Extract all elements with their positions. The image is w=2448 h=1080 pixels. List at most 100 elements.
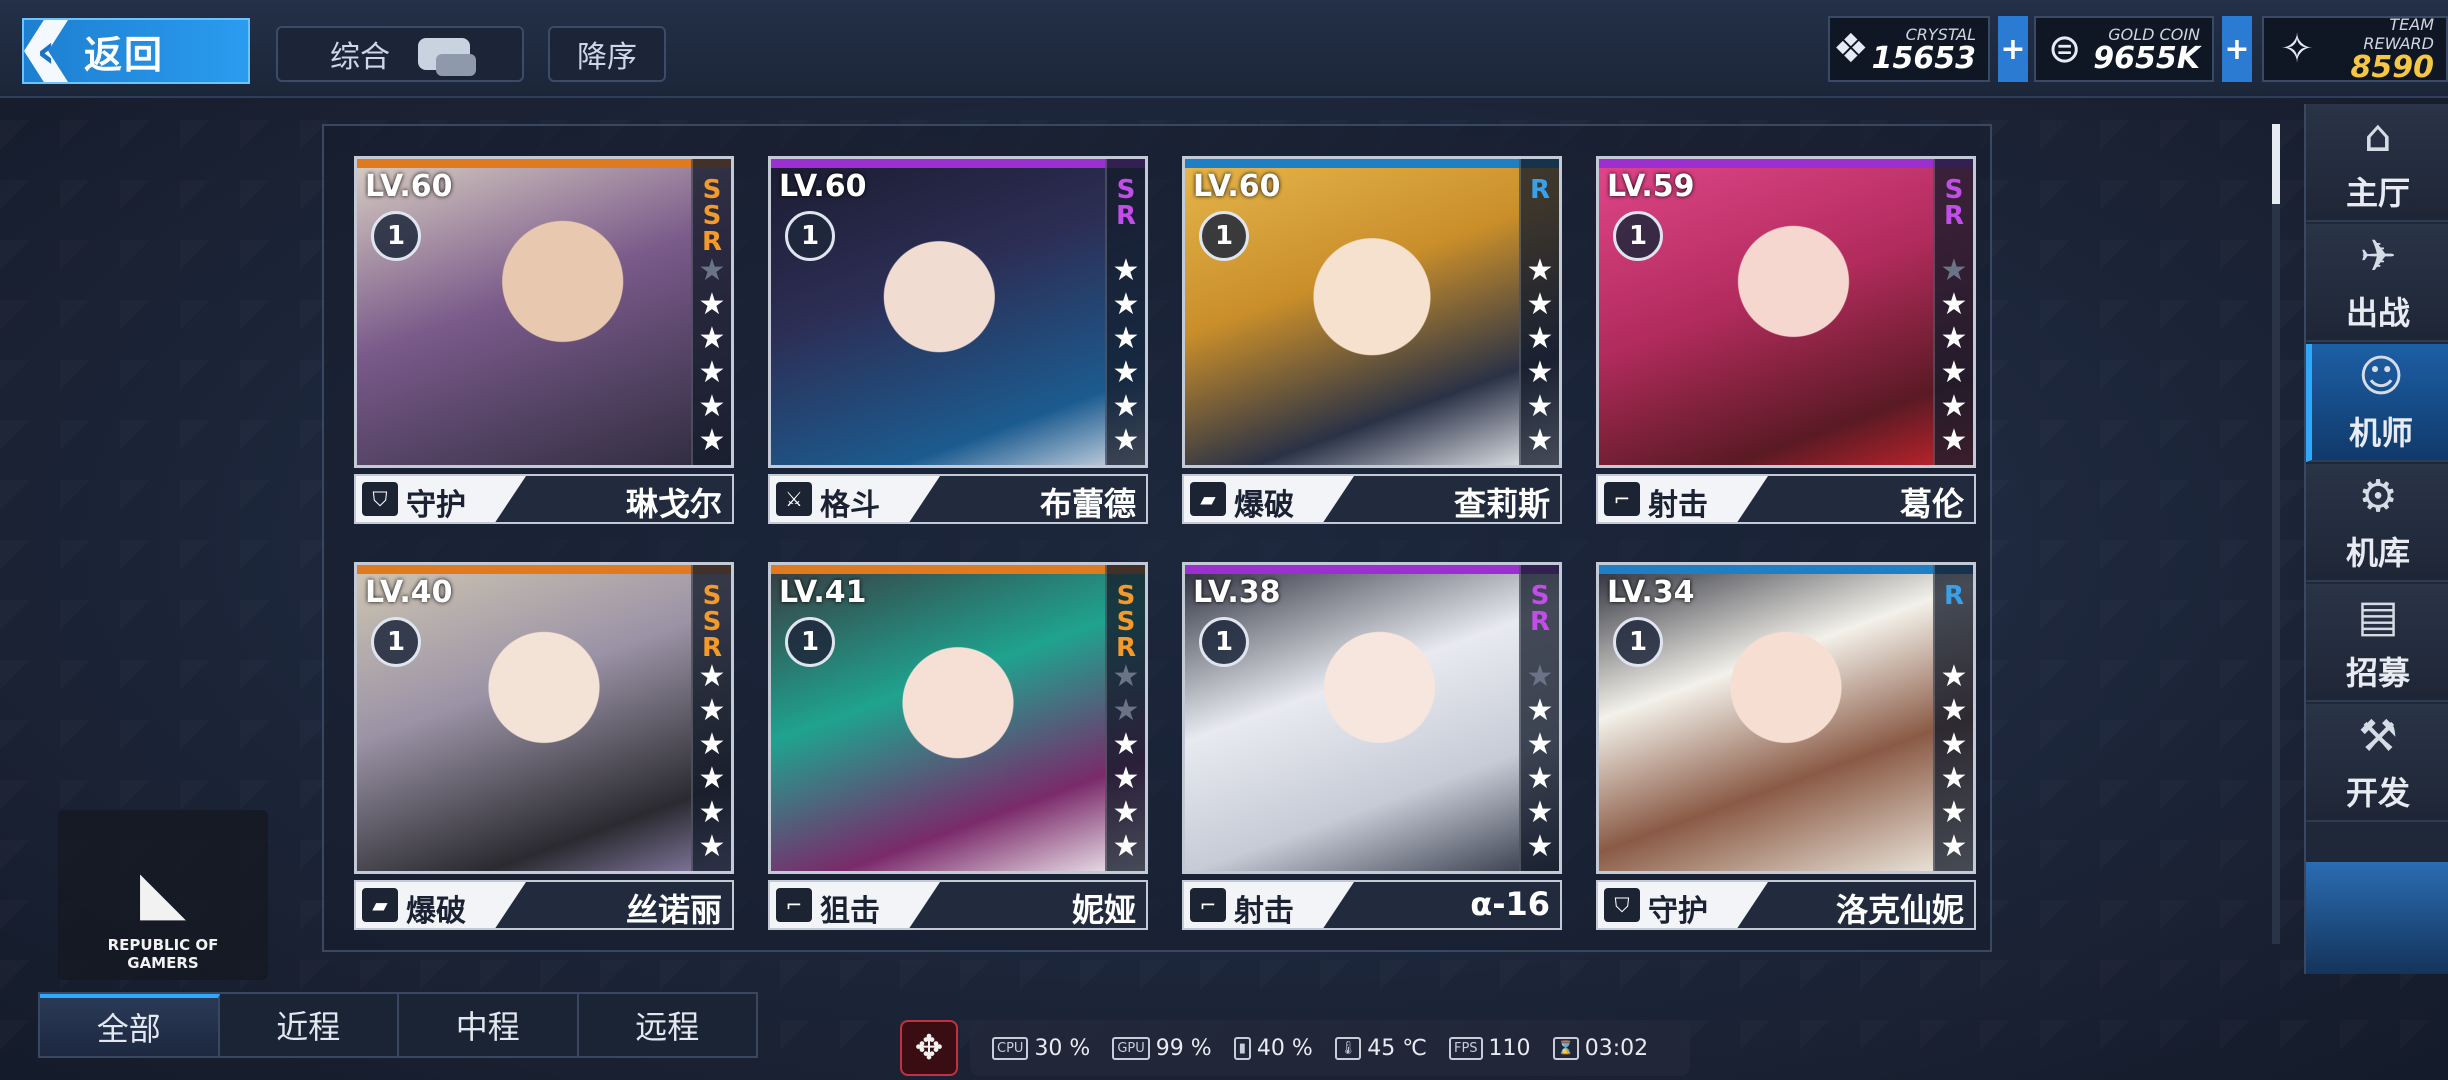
rank-badge: 1 xyxy=(371,211,421,261)
tab-all[interactable]: 全部 xyxy=(40,994,220,1056)
nav-label: 开发 xyxy=(2345,774,2410,812)
nav-item-lobby[interactable]: ⌂ 主厅 xyxy=(2306,104,2448,222)
star-icon: ★ xyxy=(698,727,726,762)
star-icon: ★ xyxy=(1940,355,1968,390)
nav-label: 招募 xyxy=(2345,654,2410,692)
pilot-name: 葛伦 xyxy=(1899,485,1964,523)
star-icon: ★ xyxy=(1112,829,1140,864)
star-icon: ★ xyxy=(1940,253,1968,288)
pilot-card[interactable]: LV.59 1 SR ★ ★ ★ ★ ★ ★ ⌐ 射击 葛伦 xyxy=(1596,156,1976,524)
star-icon: ★ xyxy=(1112,795,1140,830)
pilot-card[interactable]: LV.38 1 SR ★ ★ ★ ★ ★ ★ ⌐ 射击 α-16 xyxy=(1182,562,1562,930)
nav-label: 出战 xyxy=(2345,294,2410,332)
star-icon: ★ xyxy=(698,795,726,830)
pilot-portrait xyxy=(357,565,731,871)
pilot-level: LV.38 xyxy=(1193,575,1281,610)
rarity-label: R xyxy=(1525,175,1555,201)
nav-item-sortie[interactable]: ✈ 出战 xyxy=(2306,224,2448,342)
move-handle-icon[interactable]: ✥ xyxy=(900,1020,958,1076)
tab-mid-range[interactable]: 中程 xyxy=(399,994,579,1056)
star-icon: ★ xyxy=(1526,829,1554,864)
role-label: 格斗 xyxy=(820,488,880,523)
add-crystal-button[interactable]: + xyxy=(1998,16,2028,82)
star-rating: ★ ★ ★ ★ ★ ★ xyxy=(699,255,726,457)
rog-text-line2: GAMERS xyxy=(127,954,199,972)
star-icon: ★ xyxy=(698,423,726,458)
fps-value: 110 xyxy=(1488,1035,1531,1061)
rank-badge: 1 xyxy=(785,617,835,667)
hangar-icon: ⚙ xyxy=(2358,471,2398,522)
scrollbar[interactable] xyxy=(2272,124,2280,944)
star-icon: ★ xyxy=(1526,727,1554,762)
star-icon: ★ xyxy=(1940,693,1968,728)
star-rating: ★ ★ ★ ★ ★ ★ xyxy=(1527,255,1554,457)
pilot-level: LV.60 xyxy=(779,169,867,204)
star-icon: ★ xyxy=(1526,693,1554,728)
rarity-stripe xyxy=(357,565,731,574)
star-icon: ★ xyxy=(1526,321,1554,356)
nav-item-pilot[interactable]: ☺ 机师 xyxy=(2306,344,2448,462)
star-icon: ★ xyxy=(698,253,726,288)
star-icon: ★ xyxy=(1526,287,1554,322)
star-icon: ★ xyxy=(1940,659,1968,694)
star-icon: ★ xyxy=(1112,423,1140,458)
rarity-label: SR xyxy=(1939,175,1969,227)
pilot-name: 琳戈尔 xyxy=(625,485,722,523)
currency-name: TEAM REWARD xyxy=(2363,15,2434,53)
star-icon: ★ xyxy=(1940,829,1968,864)
pilot-card[interactable]: LV.34 1 R ★ ★ ★ ★ ★ ★ ⛉ 守护 洛克仙妮 xyxy=(1596,562,1976,930)
pilot-name: 洛克仙妮 xyxy=(1835,891,1964,929)
pilot-name: 查莉斯 xyxy=(1453,485,1550,523)
nav-item-recruit[interactable]: ▤ 招募 xyxy=(2306,584,2448,702)
scrollbar-thumb[interactable] xyxy=(2272,124,2280,204)
add-gold-button[interactable]: + xyxy=(2222,16,2252,82)
star-icon: ★ xyxy=(1112,355,1140,390)
star-icon: ★ xyxy=(1526,761,1554,796)
battery-icon: ▮ xyxy=(1233,1036,1251,1060)
star-rating: ★ ★ ★ ★ ★ ★ xyxy=(699,661,726,863)
tab-long-range[interactable]: 远程 xyxy=(579,994,757,1056)
pilot-portrait xyxy=(771,565,1145,871)
toggle-view-icon xyxy=(418,38,476,76)
star-icon: ★ xyxy=(698,761,726,796)
pilot-card[interactable]: LV.41 1 SSR ★ ★ ★ ★ ★ ★ ⌐ 狙击 妮娅 xyxy=(768,562,1148,930)
star-icon: ★ xyxy=(1940,727,1968,762)
star-rating: ★ ★ ★ ★ ★ ★ xyxy=(1941,661,1968,863)
pilot-grid: LV.60 1 SSR ★ ★ ★ ★ ★ ★ ⛉ 守护 琳戈尔 LV.60 1… xyxy=(322,124,1992,952)
crystal-icon: ❖ xyxy=(1832,26,1869,72)
star-icon: ★ xyxy=(1526,389,1554,424)
gold-coin-currency: ⊜ GOLD COIN 9655K xyxy=(2034,16,2214,82)
star-rating: ★ ★ ★ ★ ★ ★ xyxy=(1113,661,1140,863)
pilot-name: 布蕾德 xyxy=(1039,485,1136,523)
pilot-card[interactable]: LV.60 1 R ★ ★ ★ ★ ★ ★ ▰ 爆破 查莉斯 xyxy=(1182,156,1562,524)
rarity-stripe xyxy=(357,159,731,168)
pilot-card[interactable]: LV.60 1 SR ★ ★ ★ ★ ★ ★ ⚔ 格斗 布蕾德 xyxy=(768,156,1148,524)
rarity-stripe xyxy=(1599,159,1973,168)
blaster-icon: ▰ xyxy=(362,888,398,922)
rarity-stripe xyxy=(1599,565,1973,574)
sort-category-button[interactable]: 综合 xyxy=(276,26,524,82)
gpu-value: 99 % xyxy=(1155,1035,1212,1061)
sort-order-button[interactable]: 降序 xyxy=(548,26,666,82)
star-icon: ★ xyxy=(1940,795,1968,830)
back-button[interactable]: ‹ 返回 xyxy=(22,18,250,84)
develop-icon: ⚒ xyxy=(2358,711,2398,762)
nav-item-develop[interactable]: ⚒ 开发 xyxy=(2306,704,2448,822)
nav-item-hangar[interactable]: ⚙ 机库 xyxy=(2306,464,2448,582)
recruit-icon: ▤ xyxy=(2357,591,2399,642)
pilot-card[interactable]: LV.60 1 SSR ★ ★ ★ ★ ★ ★ ⛉ 守护 琳戈尔 xyxy=(354,156,734,524)
team-reward-icon: ✧ xyxy=(2280,26,2314,72)
star-icon: ★ xyxy=(1112,287,1140,322)
pilot-card[interactable]: LV.40 1 SSR ★ ★ ★ ★ ★ ★ ▰ 爆破 丝诺丽 xyxy=(354,562,734,930)
star-icon: ★ xyxy=(698,693,726,728)
blaster-icon: ▰ xyxy=(1190,482,1226,516)
star-icon: ★ xyxy=(698,389,726,424)
tab-short-range[interactable]: 近程 xyxy=(220,994,399,1056)
rank-badge: 1 xyxy=(1199,211,1249,261)
star-icon: ★ xyxy=(698,287,726,322)
rog-text-line1: REPUBLIC OF xyxy=(107,936,219,954)
pilot-level: LV.60 xyxy=(1193,169,1281,204)
star-icon: ★ xyxy=(698,659,726,694)
lobby-icon: ⌂ xyxy=(2364,111,2392,162)
cpu-icon: CPU xyxy=(992,1036,1029,1060)
